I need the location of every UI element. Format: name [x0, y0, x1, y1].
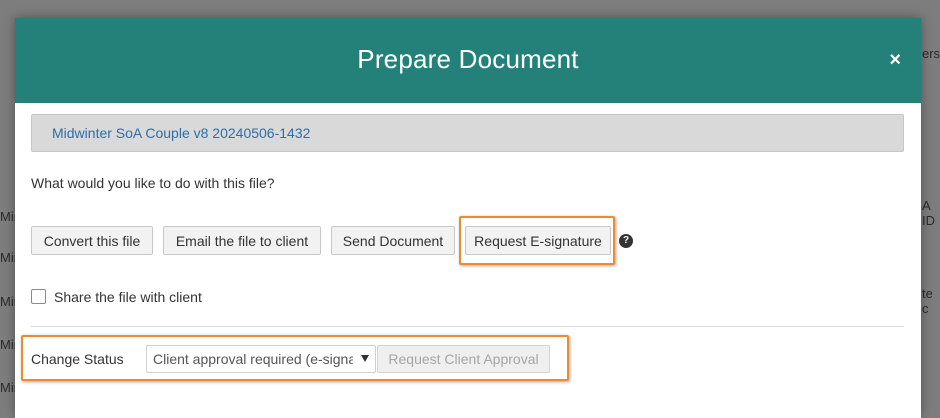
file-name: Midwinter SoA Couple v8 20240506-1432 [31, 114, 904, 152]
action-question: What would you like to do with this file… [31, 175, 275, 191]
change-status-label: Change Status [31, 351, 124, 367]
request-client-approval-button[interactable]: Request Client Approval [377, 345, 550, 373]
help-icon[interactable]: ? [619, 234, 633, 248]
background-text: A ID [922, 198, 935, 228]
background-text: te c [922, 286, 933, 316]
background-text: ers [922, 46, 940, 61]
close-icon[interactable]: × [889, 49, 901, 71]
email-file-button[interactable]: Email the file to client [163, 226, 321, 255]
request-esignature-button[interactable]: Request E-signature [465, 226, 611, 255]
send-document-button[interactable]: Send Document [331, 226, 455, 255]
modal-header: Prepare Document × [15, 18, 921, 103]
divider [31, 326, 904, 327]
convert-file-button[interactable]: Convert this file [31, 226, 153, 255]
caret-down-icon [361, 355, 369, 362]
status-select[interactable]: Client approval required (e-signat [146, 345, 376, 373]
share-checkbox[interactable] [31, 289, 46, 304]
status-select-value: Client approval required (e-signat [153, 351, 353, 367]
prepare-document-modal: Prepare Document × Midwinter SoA Couple … [15, 18, 921, 418]
share-checkbox-label: Share the file with client [54, 289, 202, 305]
modal-title: Prepare Document [357, 44, 579, 74]
